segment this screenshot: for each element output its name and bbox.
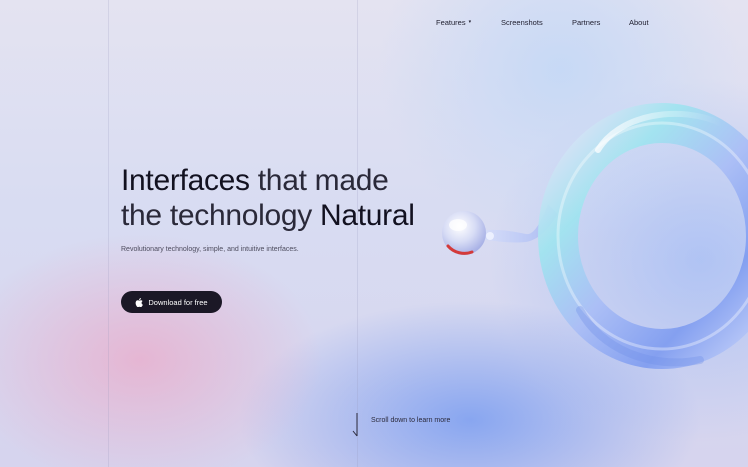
nav-item-partners[interactable]: Partners [572,18,600,27]
nav-item-screenshots-label: Screenshots [501,18,543,27]
apple-icon [136,297,144,307]
download-button-label: Download for free [148,297,208,307]
hero-subtitle: Revolutionary technology, simple, and in… [121,246,299,253]
arrow-down-icon [352,413,358,437]
hero-title-part-3: the technology [121,199,320,232]
nav-item-about[interactable]: About [629,18,649,27]
chevron-down-icon: ▾ [468,19,472,25]
nav-item-partners-label: Partners [572,18,601,27]
glass-ring-illustration [430,80,748,390]
hero-title-part-4: Natural [319,199,415,232]
nav-item-features[interactable]: Features ▾ [436,18,471,27]
hero-title: Interfaces that made the technology Natu… [121,163,415,233]
nav-item-about-label: About [629,18,649,27]
nav-item-features-label: Features [436,18,466,27]
scroll-down-link[interactable]: Scroll down to learn more [371,417,450,424]
hero-title-part-1: Interfaces [121,164,250,197]
guide-line-middle [357,0,358,467]
top-navigation: Features ▾ Screenshots Partners About [420,18,740,32]
hero-title-part-2: that made [249,164,389,197]
nav-item-screenshots[interactable]: Screenshots [501,18,543,27]
download-button[interactable]: Download for free [121,291,222,313]
guide-line-left [108,0,109,467]
